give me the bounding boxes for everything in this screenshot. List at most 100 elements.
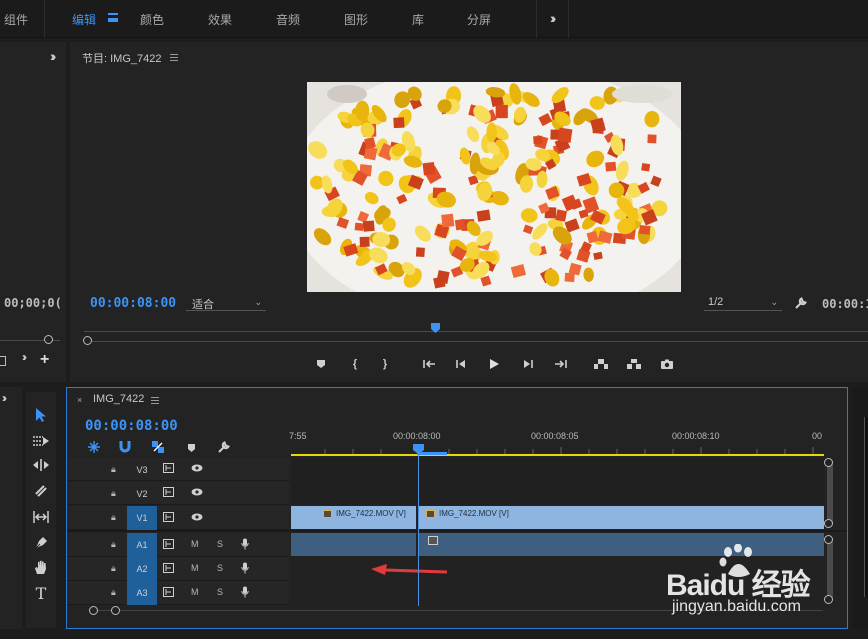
voice-over-mic-icon[interactable] bbox=[241, 538, 249, 550]
work-area-bar[interactable] bbox=[291, 454, 824, 456]
zoom-handle-left[interactable] bbox=[89, 606, 98, 615]
export-frame-icon[interactable] bbox=[658, 355, 676, 373]
type-tool-icon[interactable]: T bbox=[28, 582, 54, 604]
audio-clip[interactable] bbox=[291, 533, 416, 556]
track-target-v2[interactable]: V2 bbox=[127, 482, 157, 505]
snap-icon[interactable] bbox=[119, 440, 131, 457]
program-zoom-bar[interactable] bbox=[84, 341, 868, 342]
lock-icon[interactable]: 🔒︎ bbox=[111, 539, 116, 550]
hand-tool-icon[interactable] bbox=[28, 556, 54, 578]
panel-menu-icon[interactable] bbox=[151, 397, 159, 404]
close-icon[interactable]: × bbox=[77, 395, 82, 405]
lock-icon[interactable]: 🔒︎ bbox=[111, 563, 116, 574]
track-header-a1: 🔒︎ A1 M S bbox=[67, 533, 289, 557]
lock-icon[interactable]: 🔒︎ bbox=[111, 512, 116, 523]
tab-effects[interactable]: 效果 bbox=[208, 11, 232, 28]
settings-wrench-icon[interactable] bbox=[794, 296, 808, 313]
timeline-ruler[interactable] bbox=[291, 444, 824, 454]
video-clip[interactable]: IMG_7422.MOV [V] bbox=[291, 506, 416, 529]
tab-audio[interactable]: 音频 bbox=[276, 11, 300, 28]
lock-icon[interactable]: 🔒︎ bbox=[111, 488, 116, 499]
timeline-settings-icon[interactable] bbox=[217, 440, 231, 457]
zoom-handle-right[interactable] bbox=[111, 606, 120, 615]
mute-button[interactable]: M bbox=[191, 539, 199, 549]
fit-dropdown[interactable]: 适合 ⌄ bbox=[186, 295, 266, 311]
timeline-timecode[interactable]: 00:00:08:00 bbox=[85, 418, 178, 434]
more-buttons-icon[interactable]: ›› bbox=[22, 350, 27, 364]
program-time-ruler[interactable] bbox=[84, 331, 868, 332]
video-audio-divider[interactable] bbox=[67, 530, 847, 532]
voice-over-mic-icon[interactable] bbox=[241, 562, 249, 574]
insert-icon[interactable] bbox=[0, 356, 6, 366]
tab-split[interactable]: 分屏 bbox=[467, 11, 491, 28]
add-button-icon[interactable]: + bbox=[40, 352, 49, 368]
scroll-handle[interactable] bbox=[824, 519, 833, 528]
ruler-tick-label: 00:00:08:05 bbox=[531, 431, 579, 441]
program-zoom-handle[interactable] bbox=[83, 336, 92, 345]
nest-toggle-icon[interactable] bbox=[87, 440, 101, 457]
pen-tool-icon[interactable] bbox=[28, 532, 54, 554]
go-to-out-icon[interactable] bbox=[552, 355, 570, 373]
toggle-output-eye-icon[interactable] bbox=[191, 463, 203, 473]
tab-graphics[interactable]: 图形 bbox=[344, 11, 368, 28]
track-target-a2[interactable]: A2 bbox=[127, 557, 157, 581]
play-icon[interactable] bbox=[485, 355, 503, 373]
ripple-edit-tool-icon[interactable] bbox=[28, 454, 54, 476]
lane-v3[interactable] bbox=[291, 458, 824, 481]
sync-lock-icon[interactable] bbox=[163, 587, 174, 597]
out-point-icon[interactable]: } bbox=[376, 355, 394, 373]
panel-overflow-icon[interactable]: ›› bbox=[50, 48, 57, 64]
video-clip[interactable]: IMG_7422.MOV [V] bbox=[418, 506, 824, 529]
source-zoom-handle[interactable] bbox=[44, 335, 53, 344]
linked-selection-icon[interactable] bbox=[151, 440, 165, 457]
mute-button[interactable]: M bbox=[191, 563, 199, 573]
tab-edit[interactable]: 编辑 bbox=[72, 11, 96, 28]
resolution-dropdown[interactable]: 1/2 ⌄ bbox=[704, 295, 782, 311]
lock-icon[interactable]: 🔒︎ bbox=[111, 464, 116, 475]
tab-color[interactable]: 颜色 bbox=[140, 11, 164, 28]
sync-lock-icon[interactable] bbox=[163, 512, 174, 522]
sequence-tab[interactable]: IMG_7422 bbox=[93, 393, 144, 405]
lock-icon[interactable]: 🔒︎ bbox=[111, 587, 116, 598]
toggle-output-eye-icon[interactable] bbox=[191, 487, 203, 497]
tab-components[interactable]: 组件 bbox=[4, 11, 28, 28]
extract-icon[interactable] bbox=[625, 355, 643, 373]
add-marker-icon[interactable] bbox=[187, 442, 196, 456]
sync-lock-icon[interactable] bbox=[163, 463, 174, 473]
workspace-menu-icon[interactable] bbox=[108, 13, 118, 22]
scroll-handle[interactable] bbox=[824, 458, 833, 467]
selection-tool-icon[interactable] bbox=[28, 404, 54, 426]
program-title[interactable]: 节目: IMG_7422 bbox=[82, 50, 161, 66]
mute-button[interactable]: M bbox=[191, 587, 199, 597]
lane-v2[interactable] bbox=[291, 482, 824, 505]
slip-tool-icon[interactable] bbox=[28, 506, 54, 528]
solo-button[interactable]: S bbox=[217, 563, 223, 573]
lift-icon[interactable] bbox=[592, 355, 610, 373]
track-select-tool-icon[interactable] bbox=[28, 430, 54, 452]
track-target-v3[interactable]: V3 bbox=[127, 458, 157, 481]
solo-button[interactable]: S bbox=[217, 587, 223, 597]
toggle-output-eye-icon[interactable] bbox=[191, 512, 203, 522]
carrot-cube bbox=[557, 127, 573, 143]
panel-overflow-icon[interactable]: ›› bbox=[2, 391, 7, 405]
in-point-icon[interactable]: { bbox=[346, 355, 364, 373]
panel-menu-icon[interactable] bbox=[170, 54, 178, 61]
program-playhead-timecode[interactable]: 00:00:08:00 bbox=[90, 296, 176, 311]
track-target-a3[interactable]: A3 bbox=[127, 581, 157, 605]
track-target-v1[interactable]: V1 bbox=[127, 506, 157, 530]
razor-tool-icon[interactable] bbox=[28, 480, 54, 502]
sync-lock-icon[interactable] bbox=[163, 563, 174, 573]
tab-libraries[interactable]: 库 bbox=[412, 11, 424, 28]
voice-over-mic-icon[interactable] bbox=[241, 586, 249, 598]
solo-button[interactable]: S bbox=[217, 539, 223, 549]
video-tracks-scrollbar[interactable] bbox=[827, 460, 833, 526]
timeline-playhead[interactable] bbox=[418, 446, 419, 606]
more-workspaces-icon[interactable]: ›› bbox=[550, 10, 557, 26]
track-target-a1[interactable]: A1 bbox=[127, 533, 157, 557]
sync-lock-icon[interactable] bbox=[163, 539, 174, 549]
sync-lock-icon[interactable] bbox=[163, 487, 174, 497]
marker-icon[interactable] bbox=[312, 355, 330, 373]
step-back-icon[interactable] bbox=[452, 355, 470, 373]
step-forward-icon[interactable] bbox=[519, 355, 537, 373]
go-to-in-icon[interactable] bbox=[420, 355, 438, 373]
